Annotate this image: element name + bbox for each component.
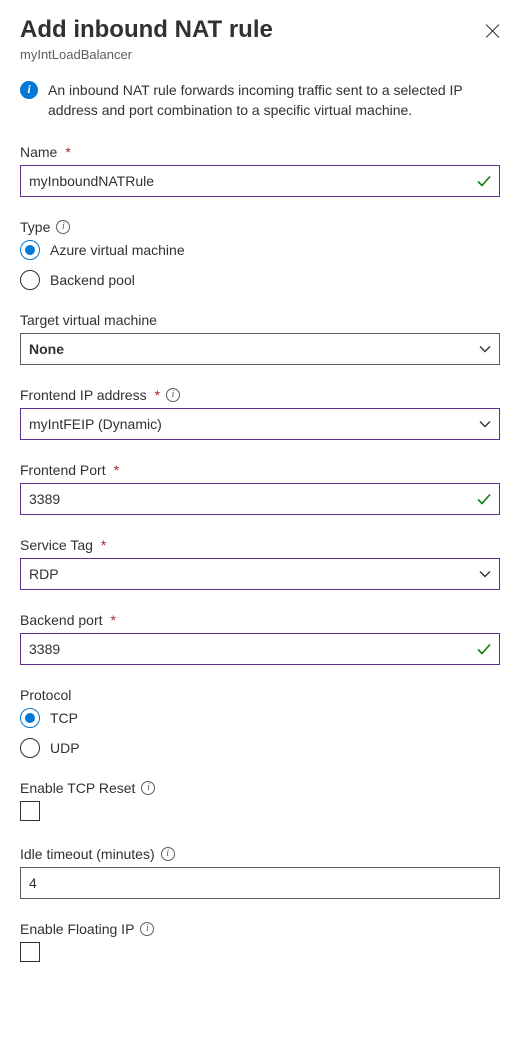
enable-tcp-reset-checkbox[interactable] (20, 801, 40, 821)
close-icon[interactable] (484, 22, 500, 38)
radio-icon (20, 708, 40, 728)
enable-floating-ip-checkbox[interactable] (20, 942, 40, 962)
type-radio-backend-pool[interactable]: Backend pool (20, 270, 500, 290)
type-label: Type i (20, 219, 500, 235)
name-input[interactable] (20, 165, 500, 197)
service-tag-label: Service Tag* (20, 537, 500, 553)
info-text: An inbound NAT rule forwards incoming tr… (48, 80, 500, 121)
page-subtitle: myIntLoadBalancer (20, 47, 500, 62)
target-vm-label: Target virtual machine (20, 312, 500, 328)
idle-timeout-input[interactable] (20, 867, 500, 899)
type-radio-azure-vm[interactable]: Azure virtual machine (20, 240, 500, 260)
help-icon[interactable]: i (56, 220, 70, 234)
frontend-port-input[interactable] (20, 483, 500, 515)
name-label: Name* (20, 144, 500, 160)
help-icon[interactable]: i (140, 922, 154, 936)
help-icon[interactable]: i (166, 388, 180, 402)
frontend-port-label: Frontend Port* (20, 462, 500, 478)
help-icon[interactable]: i (161, 847, 175, 861)
frontend-ip-label: Frontend IP address* i (20, 387, 500, 403)
enable-tcp-reset-label: Enable TCP Reset i (20, 780, 500, 796)
backend-port-label: Backend port* (20, 612, 500, 628)
protocol-radio-tcp[interactable]: TCP (20, 708, 500, 728)
radio-icon (20, 738, 40, 758)
frontend-ip-select[interactable]: myIntFEIP (Dynamic) (20, 408, 500, 440)
radio-icon (20, 270, 40, 290)
backend-port-input[interactable] (20, 633, 500, 665)
service-tag-select[interactable]: RDP (20, 558, 500, 590)
idle-timeout-label: Idle timeout (minutes) i (20, 846, 500, 862)
protocol-radio-udp[interactable]: UDP (20, 738, 500, 758)
enable-floating-ip-label: Enable Floating IP i (20, 921, 500, 937)
page-title: Add inbound NAT rule (20, 16, 500, 45)
info-box: i An inbound NAT rule forwards incoming … (20, 80, 500, 121)
protocol-label: Protocol (20, 687, 500, 703)
radio-icon (20, 240, 40, 260)
target-vm-select[interactable]: None (20, 333, 500, 365)
info-icon: i (20, 81, 38, 99)
help-icon[interactable]: i (141, 781, 155, 795)
